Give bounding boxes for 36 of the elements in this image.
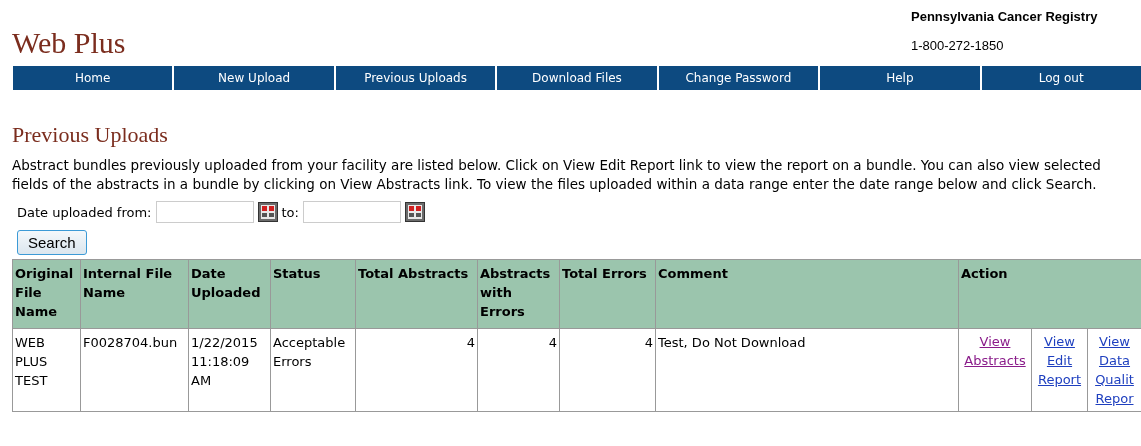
from-label: Date uploaded from: <box>17 204 152 220</box>
organization-name: Pennsylvania Cancer Registry <box>911 9 1099 24</box>
nav-link[interactable]: Log out <box>981 66 1141 90</box>
column-header: Internal File Name <box>80 259 189 329</box>
column-header: Date Uploaded <box>188 259 271 329</box>
nav-link[interactable]: Help <box>820 66 980 90</box>
table-cell: 4 <box>355 328 478 412</box>
table-cell: Test, Do Not Download <box>655 328 959 412</box>
to-label: to: <box>281 204 299 220</box>
intro-text: Abstract bundles previously uploaded from your facility are listed below. Click on View Edit Report link to view the report on a bundle. You can also view selected fields of the abstracts in a bundle by clicking on View Abstracts link. To view the files uploaded within a data range enter the date range below and click Search. <box>12 156 1102 194</box>
date-from-field[interactable] <box>155 201 254 223</box>
nav-link[interactable]: New Upload <box>174 66 334 90</box>
calendar-icon[interactable] <box>404 202 425 222</box>
table-cell: Acceptable Errors <box>270 328 356 412</box>
column-header: Action <box>958 259 1141 329</box>
column-header: Total Errors <box>559 259 656 329</box>
calendar-icon[interactable] <box>257 202 278 222</box>
table-cell: 4 <box>477 328 560 412</box>
phone-number: 1-800-272-1850 <box>911 38 1005 53</box>
column-header: Original File Name <box>12 259 81 329</box>
search-button[interactable]: Search <box>17 230 87 255</box>
table-cell: F0028704.bun <box>80 328 189 412</box>
column-header: Abstracts with Errors <box>477 259 560 329</box>
column-header: Total Abstracts <box>355 259 478 329</box>
page-title: Previous Uploads <box>12 122 169 148</box>
column-header: Status <box>270 259 356 329</box>
table-cell: 4 <box>559 328 656 412</box>
table-cell: 1/22/2015 11:18:09 AM <box>188 328 271 412</box>
nav-link[interactable]: Download Files <box>497 66 657 90</box>
column-header: Comment <box>655 259 959 329</box>
site-logo: Web Plus <box>12 25 126 61</box>
nav-link[interactable]: Previous Uploads <box>335 66 496 90</box>
table-cell: WEB PLUS TEST <box>12 328 81 412</box>
date-to-field[interactable] <box>302 201 401 223</box>
nav-link[interactable]: Home <box>13 66 173 90</box>
nav-link[interactable]: Change Password <box>658 66 819 90</box>
